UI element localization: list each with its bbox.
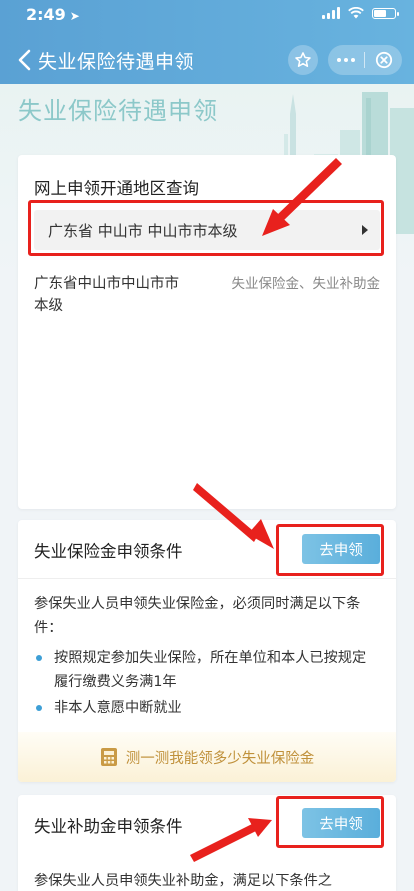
miniapp-capsule xyxy=(328,45,402,75)
insurance-conditions-list: 按照规定参加失业保险，所在单位和本人已按规定履行缴费义务满1年 非本人意愿中断就… xyxy=(34,646,380,722)
wifi-icon xyxy=(348,7,364,19)
condition-item: 按照规定参加失业保险，所在单位和本人已按规定履行缴费义务满1年 xyxy=(34,646,380,694)
annotation-box-apply-insurance xyxy=(276,524,384,576)
status-time: 2:49 ➤ xyxy=(26,5,80,24)
status-bar: 2:49 ➤ xyxy=(0,0,414,30)
close-button[interactable] xyxy=(365,51,402,69)
condition-item: 非本人意愿中断就业 xyxy=(34,696,380,720)
region-result-name: 广东省中山市中山市市本级 xyxy=(34,276,179,314)
nav-title: 失业保险待遇申领 xyxy=(38,51,195,73)
region-result-benefits: 失业保险金、失业补助金 xyxy=(231,276,381,292)
battery-icon xyxy=(372,7,399,19)
nav-bar: 失业保险待遇申领 xyxy=(0,38,414,82)
more-options-icon[interactable] xyxy=(328,58,364,62)
benefit-calculator-label: 测一测我能领多少失业保险金 xyxy=(125,750,315,767)
favorite-button[interactable] xyxy=(288,45,318,75)
top-header: 2:49 ➤ 失业保险待遇申领 xyxy=(0,0,414,84)
subsidy-conditions-intro: 参保失业人员申领失业补助金，满足以下条件之 xyxy=(34,873,332,889)
insurance-conditions-intro: 参保失业人员申领失业保险金，必须同时满足以下条件： xyxy=(34,596,361,636)
subsidy-conditions-title: 失业补助金申领条件 xyxy=(34,817,183,836)
status-indicators xyxy=(322,7,399,19)
location-arrow-icon: ➤ xyxy=(69,9,80,23)
card-divider xyxy=(18,578,396,579)
banner-title: 失业保险待遇申领 xyxy=(18,97,218,125)
region-query-title: 网上申领开通地区查询 xyxy=(34,179,199,198)
insurance-conditions-title: 失业保险金申领条件 xyxy=(34,542,183,561)
annotation-box-apply-subsidy xyxy=(276,796,384,848)
star-icon xyxy=(295,52,311,67)
benefit-calculator-link[interactable]: 测一测我能领多少失业保险金 xyxy=(18,732,396,782)
calculator-icon xyxy=(100,748,117,766)
status-time-text: 2:49 xyxy=(26,5,66,24)
cellular-signal-icon xyxy=(322,7,340,19)
close-circle-icon xyxy=(375,51,392,69)
back-arrow-icon[interactable] xyxy=(14,46,38,74)
annotation-box-region xyxy=(28,200,384,256)
